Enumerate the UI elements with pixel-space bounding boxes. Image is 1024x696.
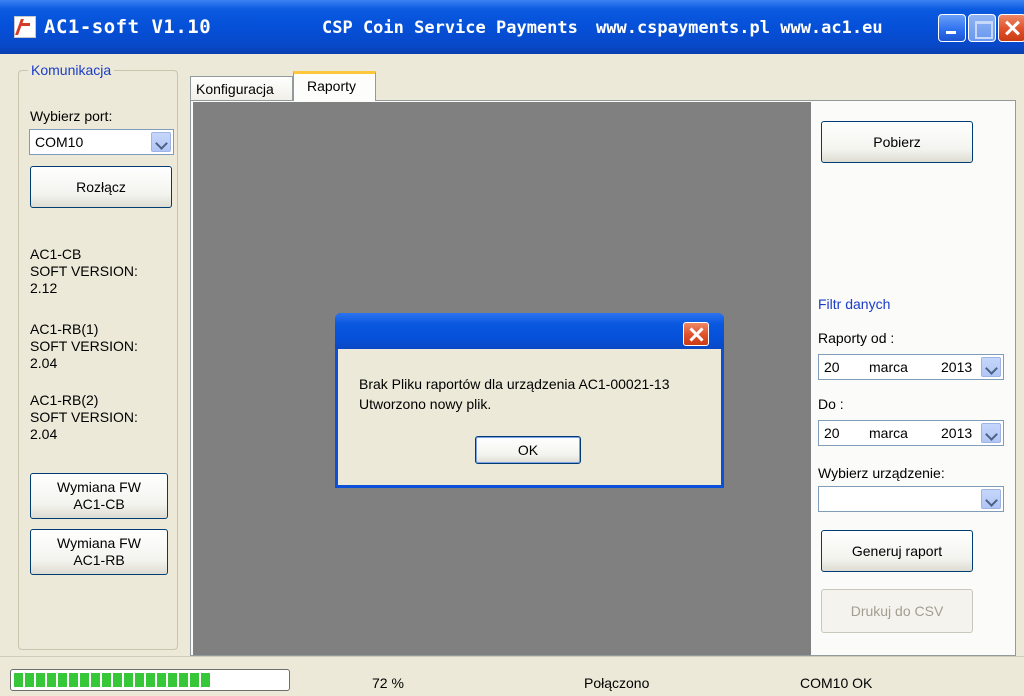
device-name: AC1-CB	[30, 246, 82, 262]
fetch-button-label: Pobierz	[873, 133, 921, 150]
date-from-month: marca	[869, 359, 908, 375]
fw-update-cb-button[interactable]: Wymiana FW AC1-CB	[30, 473, 168, 519]
tab-konfiguracja-label: Konfiguracja	[196, 81, 274, 97]
calendar-dropdown-icon[interactable]	[981, 357, 1001, 377]
device-info-cb: AC1-CB SOFT VERSION: 2.12	[30, 246, 138, 297]
fw-update-cb-line1: Wymiana FW	[57, 479, 141, 495]
date-to-day: 20	[824, 425, 840, 441]
dialog-close-button[interactable]	[683, 322, 709, 346]
title-bar[interactable]: AC1-soft V1.10 CSP Coin Service Payments…	[0, 0, 1024, 54]
fw-update-rb-button[interactable]: Wymiana FW AC1-RB	[30, 529, 168, 575]
disconnect-button-label: Rozłącz	[76, 178, 126, 195]
print-csv-label: Drukuj do CSV	[850, 602, 944, 619]
device-select-label: Wybierz urządzenie:	[818, 465, 945, 481]
generate-report-label: Generuj raport	[851, 542, 943, 559]
progress-fill	[14, 673, 210, 687]
device-info-rb1: AC1-RB(1) SOFT VERSION: 2.04	[30, 321, 138, 372]
dialog-title-bar[interactable]	[335, 313, 724, 349]
print-csv-button[interactable]: Drukuj do CSV	[821, 589, 973, 633]
device-version-label: SOFT VERSION:	[30, 409, 138, 425]
date-from-day: 20	[824, 359, 840, 375]
filter-title: Filtr danych	[818, 296, 891, 312]
app-icon	[14, 16, 36, 38]
device-version-label: SOFT VERSION:	[30, 338, 138, 354]
tab-raporty-label: Raporty	[307, 78, 357, 94]
tab-konfiguracja[interactable]: Konfiguracja	[190, 76, 293, 100]
tab-raporty[interactable]: Raporty	[293, 71, 376, 101]
dialog-message-line1: Brak Pliku raportów dla urządzenia AC1-0…	[359, 376, 670, 392]
fw-update-rb-line2: AC1-RB	[73, 552, 125, 568]
chevron-down-icon[interactable]	[981, 489, 1001, 509]
communication-group-title: Komunikacja	[28, 62, 115, 78]
port-status: COM10 OK	[800, 675, 873, 691]
close-button[interactable]	[998, 14, 1024, 42]
date-from-label: Raporty od :	[818, 330, 895, 346]
message-dialog: Brak Pliku raportów dla urządzenia AC1-0…	[335, 313, 724, 488]
device-version-label: SOFT VERSION:	[30, 263, 138, 279]
app-title: AC1-soft V1.10	[44, 16, 212, 38]
dialog-body: Brak Pliku raportów dla urządzenia AC1-0…	[338, 349, 721, 485]
minimize-button[interactable]	[938, 14, 966, 42]
port-select-value: COM10	[35, 134, 84, 150]
maximize-button[interactable]	[968, 14, 996, 42]
device-select[interactable]	[818, 486, 1004, 512]
date-from-year: 2013	[941, 359, 973, 375]
dialog-message-line2: Utworzono nowy plik.	[359, 396, 492, 412]
websites: www.cspayments.pl www.ac1.eu	[596, 18, 883, 38]
dialog-ok-label: OK	[517, 441, 539, 458]
date-to-label: Do :	[818, 396, 844, 412]
device-version: 2.04	[30, 426, 58, 442]
disconnect-button[interactable]: Rozłącz	[30, 166, 172, 208]
dialog-message: Brak Pliku raportów dla urządzenia AC1-0…	[359, 374, 670, 414]
device-info-rb2: AC1-RB(2) SOFT VERSION: 2.04	[30, 392, 138, 443]
port-label: Wybierz port:	[30, 108, 113, 124]
port-select[interactable]: COM10	[29, 129, 174, 155]
date-to-month: marca	[869, 425, 908, 441]
date-from-picker[interactable]: 20 marca 2013	[818, 354, 1004, 380]
fetch-button[interactable]: Pobierz	[821, 121, 973, 163]
device-version: 2.12	[30, 280, 58, 296]
calendar-dropdown-icon[interactable]	[981, 423, 1001, 443]
device-name: AC1-RB(1)	[30, 321, 99, 337]
fw-update-rb-line1: Wymiana FW	[57, 535, 141, 551]
device-name: AC1-RB(2)	[30, 392, 99, 408]
connection-status: Połączono	[584, 675, 650, 691]
company-name: CSP Coin Service Payments	[322, 18, 578, 38]
progress-percent: 72 %	[372, 675, 404, 691]
generate-report-button[interactable]: Generuj raport	[821, 530, 973, 572]
device-version: 2.04	[30, 355, 58, 371]
status-bar: 72 % Połączono COM10 OK	[0, 656, 1024, 696]
dialog-ok-button[interactable]: OK	[475, 436, 581, 464]
date-to-year: 2013	[941, 425, 973, 441]
date-to-picker[interactable]: 20 marca 2013	[818, 420, 1004, 446]
fw-update-cb-line2: AC1-CB	[73, 496, 125, 512]
chevron-down-icon[interactable]	[151, 132, 171, 152]
progress-bar	[10, 669, 290, 691]
